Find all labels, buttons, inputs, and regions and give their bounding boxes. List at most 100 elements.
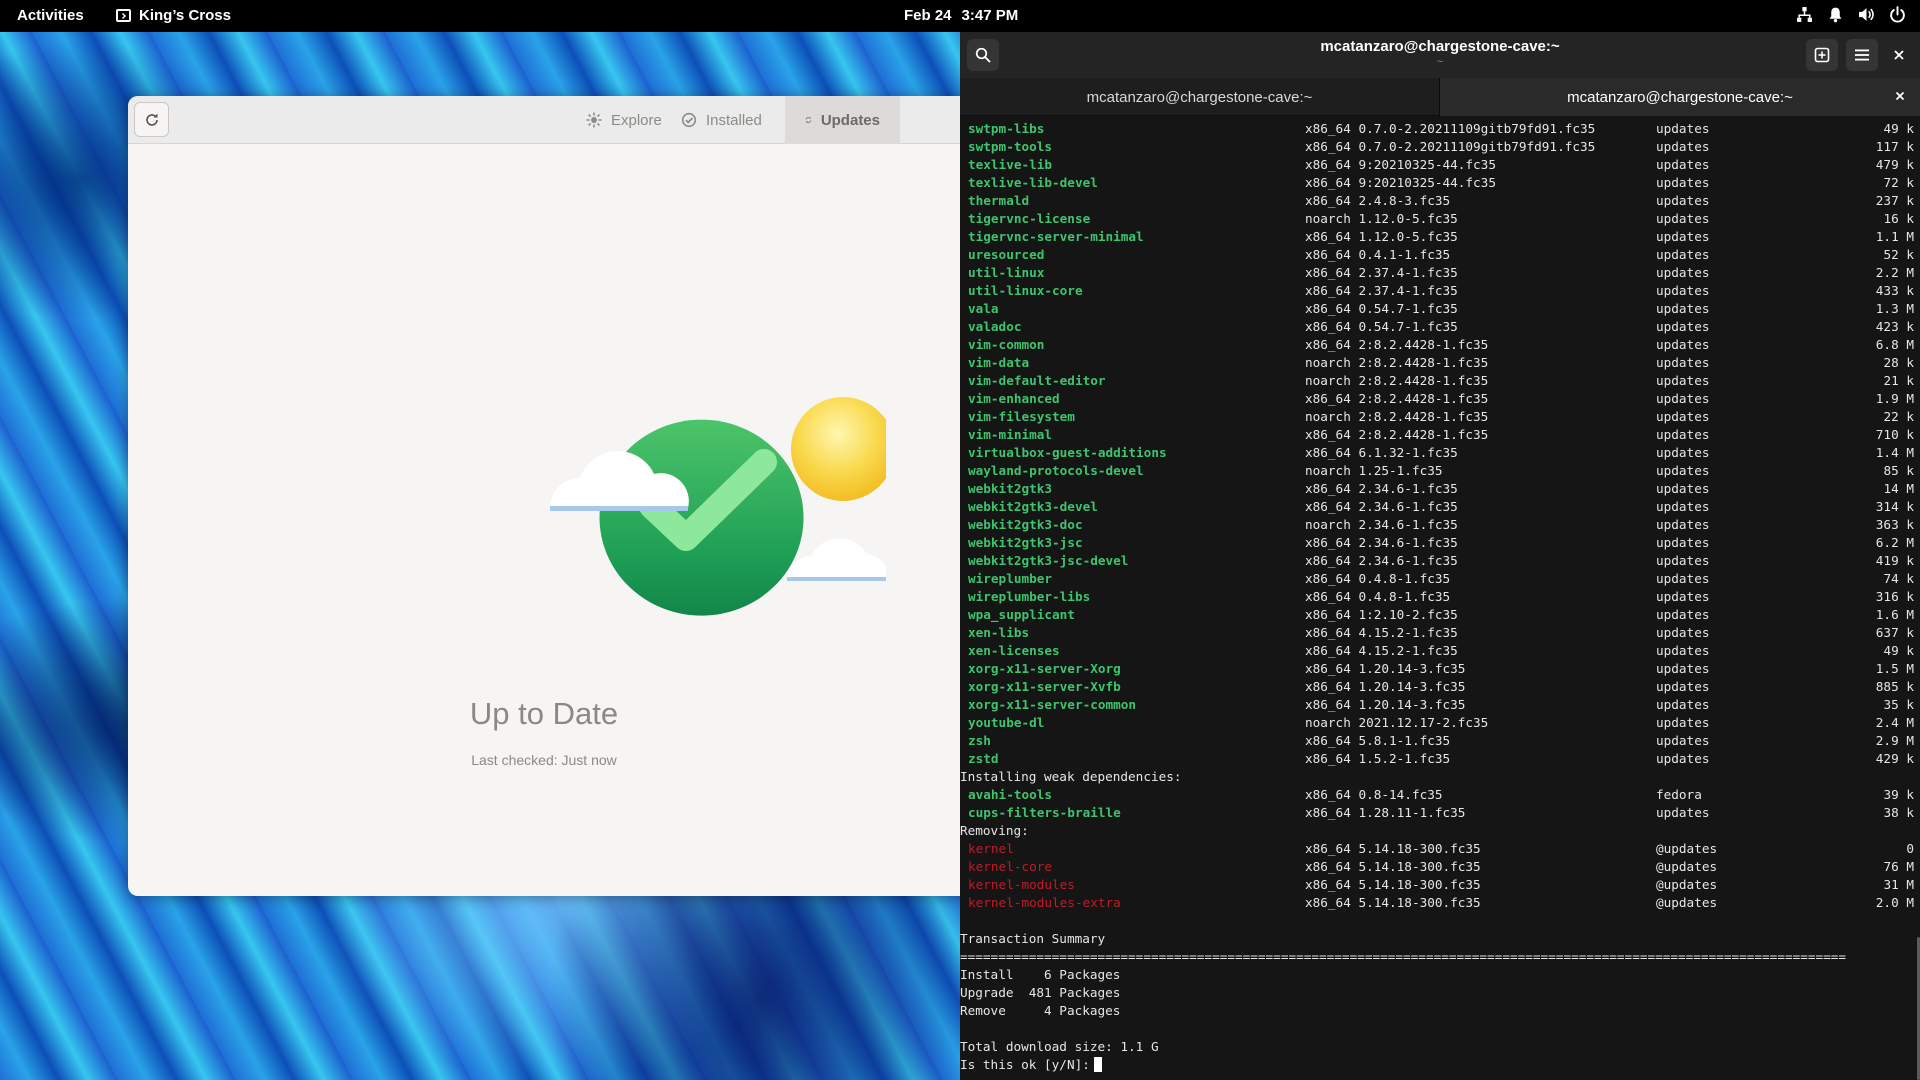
package-size: 6.2 M [1875,535,1914,550]
package-arch-version: x86_64 2:8.2.4428-1.fc35 [1305,337,1489,352]
summary-line: Install 6 Packages [960,966,1916,984]
package-name: vim-minimal [968,427,1053,442]
package-arch-version: noarch 2:8.2.4428-1.fc35 [1305,355,1489,370]
cloud-right-icon [787,538,886,581]
package-size: 38 k [1883,805,1914,820]
terminal-tab-1[interactable]: mcatanzaro@chargestone-cave:~ [960,78,1440,116]
package-name: vala [968,301,999,316]
package-row: valadoc x86_64 0.54.7-1.fc35 updates 423 k [960,318,1916,336]
package-repo: updates [1656,337,1710,352]
installed-check-icon [681,112,697,128]
removing-heading: Removing: [960,822,1916,840]
package-name: youtube-dl [968,715,1045,730]
package-arch-version: x86_64 1.28.11-1.fc35 [1305,805,1466,820]
package-size: 39 k [1883,787,1914,802]
package-size: 21 k [1883,373,1914,388]
package-size: 433 k [1875,283,1914,298]
clock[interactable]: Feb 24 3:47 PM [904,7,1018,24]
software-headerbar: Explore Installed Updates [128,96,960,144]
package-name: valadoc [968,319,1022,334]
package-row: xen-licenses x86_64 4.15.2-1.fc35 updates 4… [960,642,1916,660]
package-name: kernel-modules [968,877,1075,892]
package-repo: updates [1656,589,1710,604]
package-row: texlive-lib-devel x86_64 9:20210325-44.fc… [960,174,1916,192]
package-arch-version: x86_64 2.37.4-1.fc35 [1305,283,1458,298]
terminal-menu-button[interactable] [1846,39,1878,71]
package-row: util-linux-core x86_64 2.37.4-1.fc35 updat… [960,282,1916,300]
terminal-tab-2[interactable]: mcatanzaro@chargestone-cave:~ [1440,78,1920,116]
package-row: wpa_supplicant x86_64 1:2.10-2.fc35 update… [960,606,1916,624]
package-repo: updates [1656,265,1710,280]
package-name: xorg-x11-server-common [968,697,1137,712]
tab-installed-label: Installed [706,111,762,129]
package-row: vim-enhanced x86_64 2:8.2.4428-1.fc35 upda… [960,390,1916,408]
new-tab-icon [1814,47,1830,63]
package-name: kernel-modules-extra [968,895,1121,910]
terminal-window: mcatanzaro@chargestone-cave:~ ~ mcatanza… [960,32,1920,1080]
separator-line: ========================================… [960,948,1916,966]
explore-icon [586,112,602,128]
package-arch-version: x86_64 1.20.14-3.fc35 [1305,661,1466,676]
package-row: virtualbox-guest-additions x86_64 6.1.32-… [960,444,1916,462]
removed-package-row: kernel x86_64 5.14.18-300.fc35 @updates 0 [960,840,1916,858]
status-subtitle: Last checked: Just now [471,752,617,768]
package-repo: updates [1656,193,1710,208]
tab-installed[interactable]: Installed [661,96,782,144]
package-repo: updates [1656,121,1710,136]
package-name: xen-libs [968,625,1030,640]
package-repo: @updates [1656,877,1718,892]
terminal-close-button[interactable] [1883,39,1915,71]
package-row: webkit2gtk3-devel x86_64 2.34.6-1.fc35 upd… [960,498,1916,516]
package-repo: updates [1656,319,1710,334]
package-arch-version: x86_64 1.5.2-1.fc35 [1305,751,1451,766]
package-row: texlive-lib x86_64 9:20210325-44.fc35 upda… [960,156,1916,174]
package-size: 2.0 M [1875,895,1914,910]
package-arch-version: noarch 2.34.6-1.fc35 [1305,517,1458,532]
tab-close-icon[interactable] [1892,88,1908,104]
package-row: youtube-dl noarch 2021.12.17-2.fc35 update… [960,714,1916,732]
package-size: 314 k [1875,499,1914,514]
package-size: 2.4 M [1875,715,1914,730]
up-to-date-illustration [550,397,886,616]
package-size: 31 M [1883,877,1914,892]
package-row: webkit2gtk3-doc noarch 2.34.6-1.fc35 updat… [960,516,1916,534]
package-name: tigervnc-license [968,211,1091,226]
tab-updates[interactable]: Updates [785,96,900,144]
package-arch-version: x86_64 1.20.14-3.fc35 [1305,679,1466,694]
terminal-subtitle: ~ [1436,56,1444,68]
terminal-headerbar: mcatanzaro@chargestone-cave:~ ~ [960,32,1920,78]
package-name: wireplumber-libs [968,589,1091,604]
summary-line-text: Remove 4 Packages [960,1003,1121,1018]
download-size: Total download size: 1.1 G [960,1038,1916,1056]
package-row: xorg-x11-server-Xvfb x86_64 1.20.14-3.fc3… [960,678,1916,696]
package-arch-version: x86_64 0.4.1-1.fc35 [1305,247,1451,262]
package-arch-version: noarch 1.25-1.fc35 [1305,463,1443,478]
package-name: wpa_supplicant [968,607,1075,622]
package-repo: updates [1656,751,1710,766]
package-row: vim-default-editor noarch 2:8.2.4428-1.fc… [960,372,1916,390]
package-row: xorg-x11-server-Xorg x86_64 1.20.14-3.fc3… [960,660,1916,678]
activities-button[interactable]: Activities [17,7,84,24]
package-name: zstd [968,751,999,766]
package-name: wayland-protocols-devel [968,463,1144,478]
app-menu[interactable]: King’s Cross [116,7,231,24]
refresh-icon [145,113,158,126]
package-name: cups-filters-braille [968,805,1121,820]
package-size: 1.4 M [1875,445,1914,460]
package-name: thermald [968,193,1030,208]
package-row: vim-minimal x86_64 2:8.2.4428-1.fc35 updat… [960,426,1916,444]
package-size: 885 k [1875,679,1914,694]
terminal-title: mcatanzaro@chargestone-cave:~ [1320,38,1560,55]
refresh-button[interactable] [134,102,169,137]
package-repo: updates [1656,175,1710,190]
summary-line: Remove 4 Packages [960,1002,1916,1020]
new-tab-button[interactable] [1806,39,1838,71]
package-arch-version: x86_64 2.4.8-3.fc35 [1305,193,1451,208]
package-repo: updates [1656,553,1710,568]
system-tray[interactable] [1796,6,1906,23]
terminal-output[interactable]: swtpm-libs x86_64 0.7.0-2.20211109gitb79f… [960,120,1916,1080]
package-row: vim-filesystem noarch 2:8.2.4428-1.fc35 up… [960,408,1916,426]
terminal-app-icon [116,9,131,22]
package-repo: updates [1656,247,1710,262]
